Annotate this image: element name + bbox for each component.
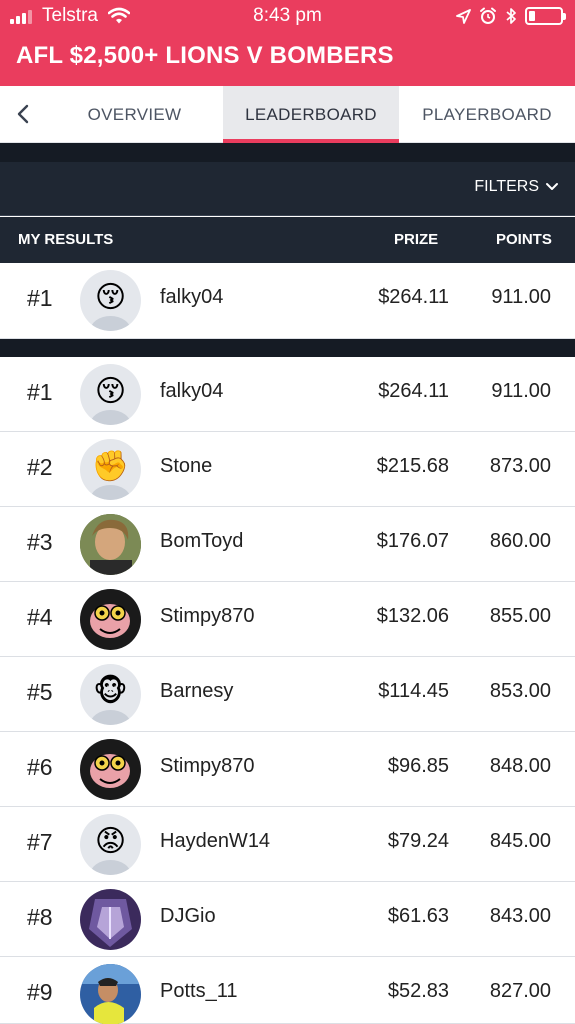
prize-value: $132.06 (376, 605, 449, 627)
points-value: 911.00 (491, 380, 551, 402)
rank: #8 (27, 904, 53, 930)
player-name: Barnesy (160, 680, 234, 702)
battery-icon (525, 7, 566, 25)
points-value: 848.00 (489, 755, 551, 777)
tab-playerboard[interactable]: PLAYERBOARD (399, 86, 575, 143)
avatar (80, 889, 141, 950)
section-divider (0, 143, 575, 162)
prize-value: $61.63 (387, 905, 449, 927)
prize-value: $52.83 (387, 980, 449, 1002)
table-row[interactable]: #9 Potts_11 $52.83 827.00 (0, 957, 575, 1024)
kissing-face-icon: 😚 (94, 375, 127, 408)
points-value: 827.00 (489, 980, 551, 1002)
prize-value: $96.85 (387, 755, 449, 777)
section-divider (0, 339, 575, 357)
avatar: 😡 (80, 814, 141, 875)
table-row[interactable]: #2 ✊ Stone $215.68 873.00 (0, 432, 575, 507)
rank: #6 (27, 754, 53, 780)
page-title: AFL $2,500+ LIONS V BOMBERS (16, 42, 394, 69)
chevron-left-icon (17, 104, 29, 124)
table-row[interactable]: #1 😚 falky04 $264.11 911.00 (0, 357, 575, 432)
rank: #1 (27, 285, 53, 311)
status-bar: Telstra 8:43 pm (0, 0, 575, 32)
rank: #1 (27, 379, 53, 405)
my-result-row[interactable]: #1 😚 falky04 $264.11 911.00 (0, 263, 575, 339)
bluetooth-icon (506, 8, 516, 24)
avatar: 😚 (80, 270, 141, 331)
table-row[interactable]: #5 🐵 Barnesy $114.45 853.00 (0, 657, 575, 732)
person-photo-icon (80, 514, 141, 575)
prize-value: $264.11 (378, 286, 449, 308)
rank: #4 (27, 604, 53, 630)
back-button[interactable] (0, 86, 46, 142)
prize-value: $114.45 (378, 680, 449, 702)
table-row[interactable]: #8 DJGio $61.63 843.00 (0, 882, 575, 957)
points-value: 911.00 (491, 286, 551, 308)
sports-photo-icon (80, 964, 141, 1024)
table-row[interactable]: #7 😡 HaydenW14 $79.24 845.00 (0, 807, 575, 882)
column-header: MY RESULTS PRIZE POINTS (0, 217, 575, 263)
rank: #7 (27, 829, 53, 855)
player-name: DJGio (160, 905, 216, 927)
points-value: 843.00 (489, 905, 551, 927)
rank: #3 (27, 529, 53, 555)
my-results-heading: MY RESULTS (18, 231, 114, 248)
player-name: BomToyd (160, 530, 244, 552)
filters-bar: FILTERS (0, 162, 575, 216)
player-name: Stone (160, 455, 213, 477)
points-value: 860.00 (489, 530, 551, 552)
location-arrow-icon (456, 8, 471, 24)
avatar: 😚 (80, 364, 141, 425)
player-name: falky04 (160, 286, 224, 308)
rank: #5 (27, 679, 53, 705)
app-header: Telstra 8:43 pm AFL $2,500+ LIONS V BOMB… (0, 0, 575, 86)
prize-column-heading: PRIZE (394, 231, 439, 248)
filters-label: FILTERS (474, 178, 539, 195)
raised-fist-icon: ✊ (91, 450, 130, 483)
tab-bar: OVERVIEW LEADERBOARD PLAYERBOARD (0, 86, 575, 143)
rank: #2 (27, 454, 53, 480)
avatar: ✊ (80, 439, 141, 500)
points-value: 853.00 (489, 680, 551, 702)
table-row[interactable]: #3 BomToyd $176.07 860.00 (0, 507, 575, 582)
angry-face-icon: 😡 (94, 825, 127, 858)
cartoon-cat-icon (80, 739, 141, 800)
tab-leaderboard[interactable]: LEADERBOARD (223, 86, 399, 143)
status-icons (456, 4, 566, 28)
filters-button[interactable]: FILTERS (474, 178, 559, 196)
cartoon-cat-icon (80, 589, 141, 650)
points-column-heading: POINTS (496, 231, 552, 248)
prize-value: $215.68 (376, 455, 449, 477)
kissing-face-icon: 😚 (94, 281, 127, 314)
player-name: Stimpy870 (160, 755, 255, 777)
tab-overview[interactable]: OVERVIEW (46, 86, 223, 143)
purple-abstract-icon (80, 889, 141, 950)
rank: #9 (27, 979, 53, 1005)
monkey-face-icon: 🐵 (93, 675, 128, 708)
prize-value: $264.11 (378, 380, 449, 402)
alarm-icon (480, 7, 496, 24)
table-row[interactable]: #6 Stimpy870 $96.85 848.00 (0, 732, 575, 807)
points-value: 873.00 (489, 455, 551, 477)
chevron-down-icon (546, 183, 558, 190)
points-value: 845.00 (489, 830, 551, 852)
avatar: 🐵 (80, 664, 141, 725)
player-name: falky04 (160, 380, 224, 402)
player-name: Stimpy870 (160, 605, 255, 627)
avatar (80, 964, 141, 1024)
player-name: Potts_11 (160, 980, 238, 1002)
avatar (80, 589, 141, 650)
table-row[interactable]: #4 Stimpy870 $132.06 855.00 (0, 582, 575, 657)
avatar (80, 514, 141, 575)
avatar (80, 739, 141, 800)
prize-value: $176.07 (376, 530, 449, 552)
points-value: 855.00 (489, 605, 551, 627)
prize-value: $79.24 (387, 830, 449, 852)
player-name: HaydenW14 (160, 830, 271, 852)
